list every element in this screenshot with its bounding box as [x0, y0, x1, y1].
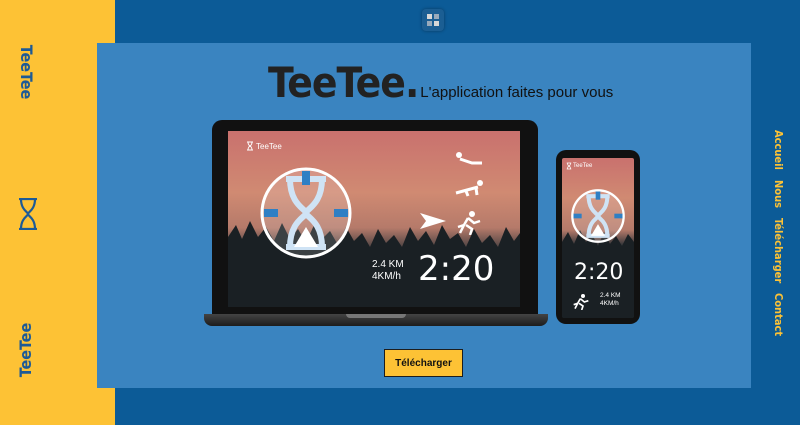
laptop-screen: TeeTee 2.4 KM 4KM/h 2:20: [228, 131, 520, 307]
hero-logo: TeeTee.: [268, 58, 419, 107]
phone-speed: 4KM/h: [600, 300, 619, 307]
timer-dial-icon: [260, 167, 352, 259]
hero-title: TeeTee. L'application faites pour vous: [268, 58, 613, 107]
main-nav: Accueil Nous Télécharger Contact: [772, 130, 785, 346]
pushup-icon: [455, 180, 483, 197]
top-app-icon[interactable]: [422, 9, 444, 31]
phone-screen-brand: TeeTee: [566, 162, 592, 170]
phone-distance: 2.4 KM: [600, 292, 621, 299]
nav-item-telecharger[interactable]: Télécharger: [772, 218, 785, 283]
sidebar-brand-top: TeeTee: [17, 44, 36, 100]
hourglass-icon: [19, 198, 37, 230]
laptop-stats: 2.4 KM 4KM/h: [372, 259, 404, 283]
running-icon: [457, 211, 481, 235]
hero-tagline: L'application faites pour vous: [420, 84, 614, 101]
running-icon: [573, 294, 589, 310]
app-logo-icon: [427, 14, 439, 26]
laptop-notch: [346, 314, 406, 318]
phone-stats: 2.4 KM 4KM/h: [600, 292, 621, 308]
laptop-screen-brand: TeeTee: [246, 141, 282, 151]
hourglass-icon: [566, 162, 572, 170]
laptop-distance: 2.4 KM: [372, 259, 404, 270]
hourglass-icon: [247, 141, 253, 151]
download-button[interactable]: Télécharger: [384, 349, 463, 377]
sidebar-brand-bottom: TeeTee: [16, 322, 35, 378]
nav-item-contact[interactable]: Contact: [772, 293, 785, 336]
situp-icon: [456, 152, 482, 165]
arrow-right-icon: [420, 213, 446, 229]
timer-dial-icon: [571, 189, 625, 243]
laptop-speed: 4KM/h: [372, 271, 401, 282]
nav-item-nous[interactable]: Nous: [772, 180, 785, 208]
phone-time: 2:20: [574, 260, 624, 285]
nav-item-accueil[interactable]: Accueil: [772, 130, 785, 170]
laptop-time: 2:20: [418, 249, 495, 289]
phone-screen: TeeTee 2:20 2.4 KM 4KM/h: [562, 158, 634, 318]
